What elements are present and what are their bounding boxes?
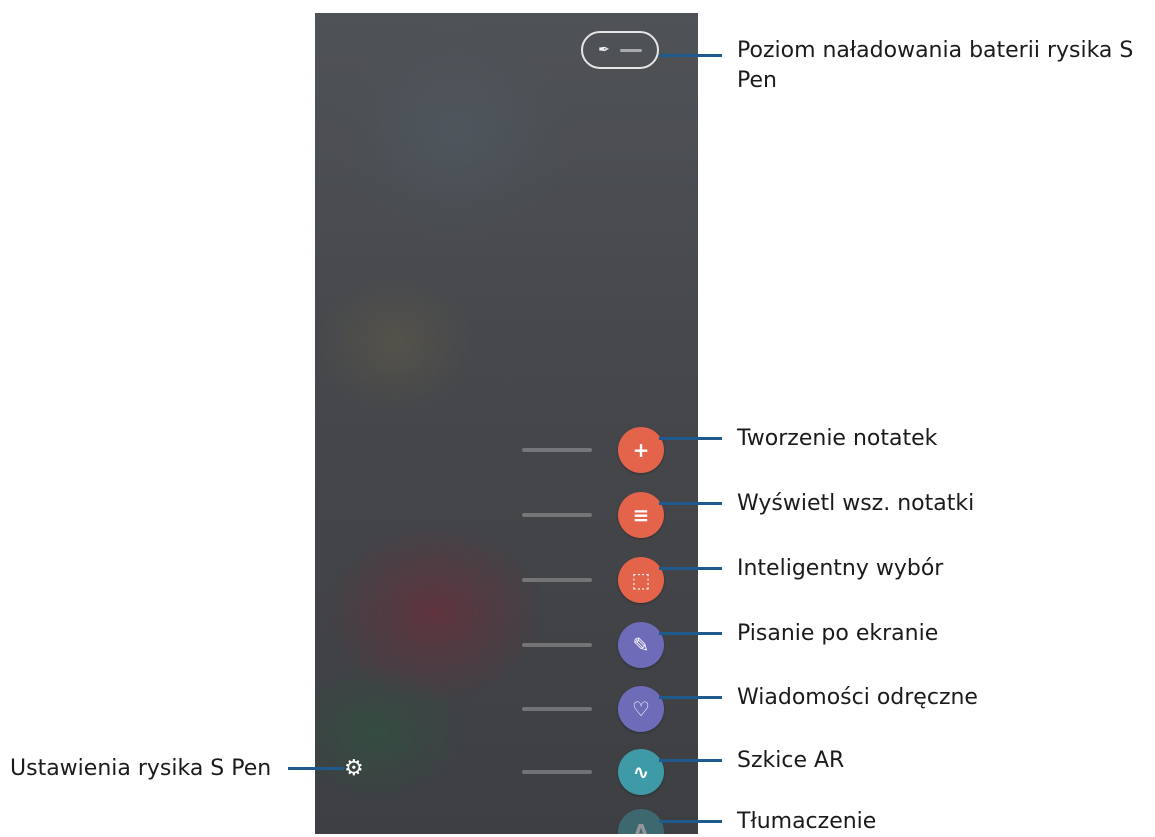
action-label-blur	[522, 643, 592, 647]
action-smart-select[interactable]: ⬚	[315, 557, 698, 603]
pen-icon: ✒	[598, 42, 610, 58]
phone-screen: ✒ + ≡ ⬚ ✎ ♡ ∿ A ⚙	[315, 13, 698, 834]
settings-gear-icon[interactable]: ⚙	[344, 758, 364, 780]
action-live-messages[interactable]: ♡	[315, 686, 698, 732]
action-screen-write[interactable]: ✎	[315, 622, 698, 668]
callout-translate: Tłumaczenie	[737, 809, 877, 834]
callout-line-settings	[288, 767, 344, 770]
callout-line-live-messages	[659, 696, 722, 699]
create-note-icon[interactable]: +	[618, 427, 664, 473]
callout-line-smart-select	[659, 567, 722, 570]
callout-line-ar-doodle	[659, 759, 722, 762]
callout-view-all-notes: Wyświetl wsz. notatki	[737, 491, 975, 516]
callout-line-screen-write	[659, 632, 722, 635]
battery-level-blur	[619, 48, 642, 52]
pen-battery-indicator: ✒	[581, 31, 659, 69]
callout-screen-write: Pisanie po ekranie	[737, 621, 939, 646]
callout-line-translate	[659, 820, 722, 823]
callout-line-view-all-notes	[659, 502, 722, 505]
callout-smart-select: Inteligentny wybór	[737, 556, 944, 581]
translate-icon[interactable]: A	[618, 809, 664, 834]
action-label-blur	[522, 770, 592, 774]
action-label-blur	[522, 448, 592, 452]
screen-write-icon[interactable]: ✎	[618, 622, 664, 668]
notes-list-icon[interactable]: ≡	[618, 492, 664, 538]
callout-battery: Poziom naładowania baterii rysika S Pen	[737, 38, 1134, 93]
action-label-blur	[522, 707, 592, 711]
action-view-all-notes[interactable]: ≡	[315, 492, 698, 538]
callout-live-messages: Wiadomości odręczne	[737, 685, 978, 710]
action-ar-doodle[interactable]: ∿	[315, 749, 698, 795]
action-label-blur	[522, 513, 592, 517]
callout-ar-doodle: Szkice AR	[737, 748, 845, 773]
action-translate[interactable]: A	[315, 809, 698, 834]
smart-select-icon[interactable]: ⬚	[618, 557, 664, 603]
action-create-note[interactable]: +	[315, 427, 698, 473]
callout-settings: Ustawienia rysika S Pen	[10, 756, 272, 781]
callout-line-battery	[659, 54, 722, 57]
callout-line-create-note	[659, 437, 722, 440]
callout-create-note: Tworzenie notatek	[737, 426, 938, 451]
heart-icon[interactable]: ♡	[618, 686, 664, 732]
ar-doodle-icon[interactable]: ∿	[618, 749, 664, 795]
action-label-blur	[522, 578, 592, 582]
